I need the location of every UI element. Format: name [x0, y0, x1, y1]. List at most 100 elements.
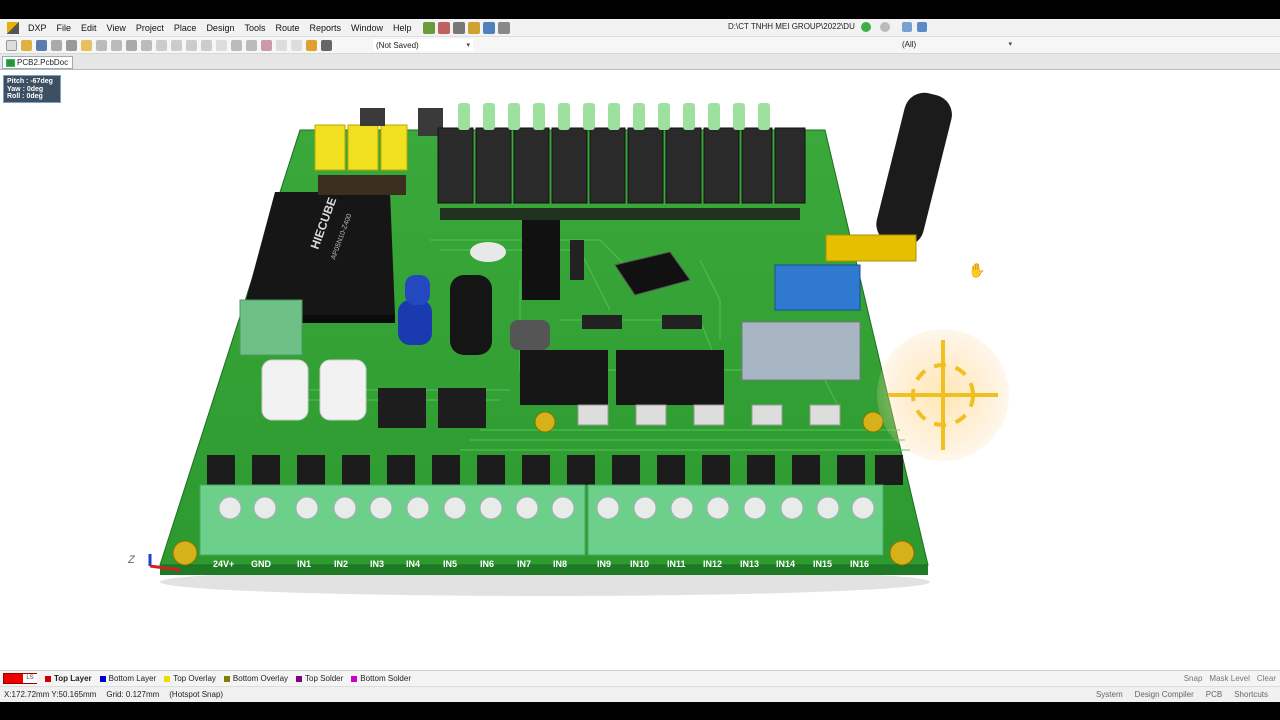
mask-level-link[interactable]: Mask Level — [1209, 674, 1249, 683]
yellow-connector-3 — [380, 124, 408, 171]
grid-settings-icon[interactable] — [497, 21, 510, 34]
highlight-icon[interactable] — [306, 39, 317, 51]
top-black-bar — [0, 0, 1280, 19]
clear-filter-icon[interactable] — [261, 39, 272, 51]
menu-place[interactable]: Place — [169, 23, 202, 33]
capacitor-electrolytic — [450, 275, 492, 355]
terminal-label: 24V+ — [213, 559, 234, 569]
smd-resistor-row — [440, 208, 800, 220]
layer-tab-bottom-layer[interactable]: Bottom Layer — [99, 674, 156, 683]
back-nav-icon[interactable] — [880, 22, 890, 32]
undo-icon[interactable] — [276, 39, 287, 51]
menu-view[interactable]: View — [102, 23, 131, 33]
selection-memory-dropdown[interactable]: (Not Saved) — [373, 39, 473, 51]
place-icon[interactable] — [437, 21, 450, 34]
terminal-label: IN13 — [740, 559, 759, 569]
wifi-module[interactable] — [774, 264, 861, 311]
terminal-label: IN16 — [850, 559, 869, 569]
deselect-icon[interactable] — [246, 39, 257, 51]
menu-help[interactable]: Help — [388, 23, 417, 33]
antenna[interactable] — [872, 89, 956, 251]
pcb-3d-viewport[interactable]: HIECUBE AP05N10-Z400 24V+ GND IN1 IN2 IN… — [0, 70, 1280, 670]
copy-icon[interactable] — [171, 39, 182, 51]
dc-jack-1 — [360, 108, 385, 126]
redo-icon[interactable] — [291, 39, 302, 51]
pcb-3d-view[interactable]: HIECUBE AP05N10-Z400 24V+ GND IN1 IN2 IN… — [0, 70, 1280, 670]
shortcuts-panel-link[interactable]: Shortcuts — [1234, 690, 1268, 699]
zoom-fit-icon[interactable] — [96, 39, 107, 51]
menu-window[interactable]: Window — [346, 23, 388, 33]
document-tab[interactable]: PCB2.PcbDoc — [2, 56, 74, 69]
mounting-hole-bottom-right — [889, 540, 915, 566]
zoom-icon[interactable] — [126, 39, 137, 51]
menu-design[interactable]: Design — [201, 23, 239, 33]
layer-tab-top-layer[interactable]: Top Layer — [45, 674, 92, 683]
optocoupler-1 — [378, 388, 426, 428]
layer-tab-label: Top Overlay — [173, 674, 216, 683]
print-preview-icon[interactable] — [66, 39, 77, 51]
rubber-stamp-icon[interactable] — [201, 39, 212, 51]
layer-set-button[interactable]: LS — [3, 673, 37, 684]
zoom-area-icon[interactable] — [111, 39, 122, 51]
gsm-module[interactable] — [741, 321, 861, 381]
layer-tab-label: Bottom Overlay — [232, 674, 289, 683]
menu-tools[interactable]: Tools — [239, 23, 270, 33]
terminal-label: IN6 — [480, 559, 494, 569]
layer-tab-label: Top Layer — [54, 674, 92, 683]
system-panel-link[interactable]: System — [1096, 690, 1123, 699]
dxp-logo-icon[interactable] — [7, 21, 19, 34]
capacitor-white — [470, 242, 506, 262]
filter-dropdown[interactable]: (All) — [900, 39, 1014, 51]
fuse-holder-2 — [319, 359, 367, 421]
save-icon[interactable] — [36, 39, 47, 51]
forward-nav-icon[interactable] — [861, 22, 871, 32]
yellow-connector-1 — [314, 124, 346, 171]
filter-icon[interactable] — [321, 39, 332, 51]
terminal-label: IN9 — [597, 559, 611, 569]
menu-route[interactable]: Route — [270, 23, 304, 33]
terminal-label: IN1 — [297, 559, 311, 569]
design-compiler-panel-link[interactable]: Design Compiler — [1135, 690, 1194, 699]
pcb-panel-link[interactable]: PCB — [1206, 690, 1222, 699]
layer-tab-label: Bottom Solder — [360, 674, 411, 683]
grid-icon[interactable] — [482, 21, 495, 34]
print-icon[interactable] — [51, 39, 62, 51]
mounting-hole-center — [534, 411, 556, 433]
fuse-holder-1 — [261, 359, 309, 421]
ic-right — [662, 315, 702, 329]
pan-hand-icon: ✋ — [968, 262, 985, 278]
select-area-icon[interactable] — [216, 39, 227, 51]
folder-icon[interactable] — [467, 21, 480, 34]
menu-dxp[interactable]: DXP — [23, 23, 52, 33]
power-module[interactable] — [242, 192, 395, 315]
layer-tab-top-overlay[interactable]: Top Overlay — [164, 674, 216, 683]
menu-edit[interactable]: Edit — [76, 23, 102, 33]
buzzer — [510, 320, 550, 350]
open-doc-icon[interactable] — [917, 22, 927, 32]
layer-tab-bottom-solder[interactable]: Bottom Solder — [351, 674, 411, 683]
new-icon[interactable] — [6, 39, 17, 51]
cut-icon[interactable] — [156, 39, 167, 51]
paste-icon[interactable] — [186, 39, 197, 51]
snap-link[interactable]: Snap — [1184, 674, 1203, 683]
route-icon[interactable] — [422, 21, 435, 34]
home-icon[interactable] — [902, 22, 912, 32]
document-tab-bar: PCB2.PcbDoc — [0, 54, 1280, 70]
mounting-hole-bottom-left — [172, 540, 198, 566]
menu-project[interactable]: Project — [131, 23, 169, 33]
open-icon[interactable] — [21, 39, 32, 51]
optocoupler-2 — [438, 388, 486, 428]
document-tab-label: PCB2.PcbDoc — [17, 58, 69, 67]
layer-tab-top-solder[interactable]: Top Solder — [296, 674, 343, 683]
menu-reports[interactable]: Reports — [305, 23, 347, 33]
clear-link[interactable]: Clear — [1257, 674, 1276, 683]
layer-tab-bottom-overlay[interactable]: Bottom Overlay — [223, 674, 289, 683]
project-path: D:\CT TNHH MEI GROUP\2022\DU — [728, 22, 855, 31]
align-icon[interactable] — [452, 21, 465, 34]
move-icon[interactable] — [231, 39, 242, 51]
layer-tab-label: Top Solder — [305, 674, 344, 683]
terminal-label: IN4 — [406, 559, 420, 569]
zoom-selected-icon[interactable] — [141, 39, 152, 51]
open-folder-icon[interactable] — [81, 39, 92, 51]
menu-file[interactable]: File — [52, 23, 77, 33]
